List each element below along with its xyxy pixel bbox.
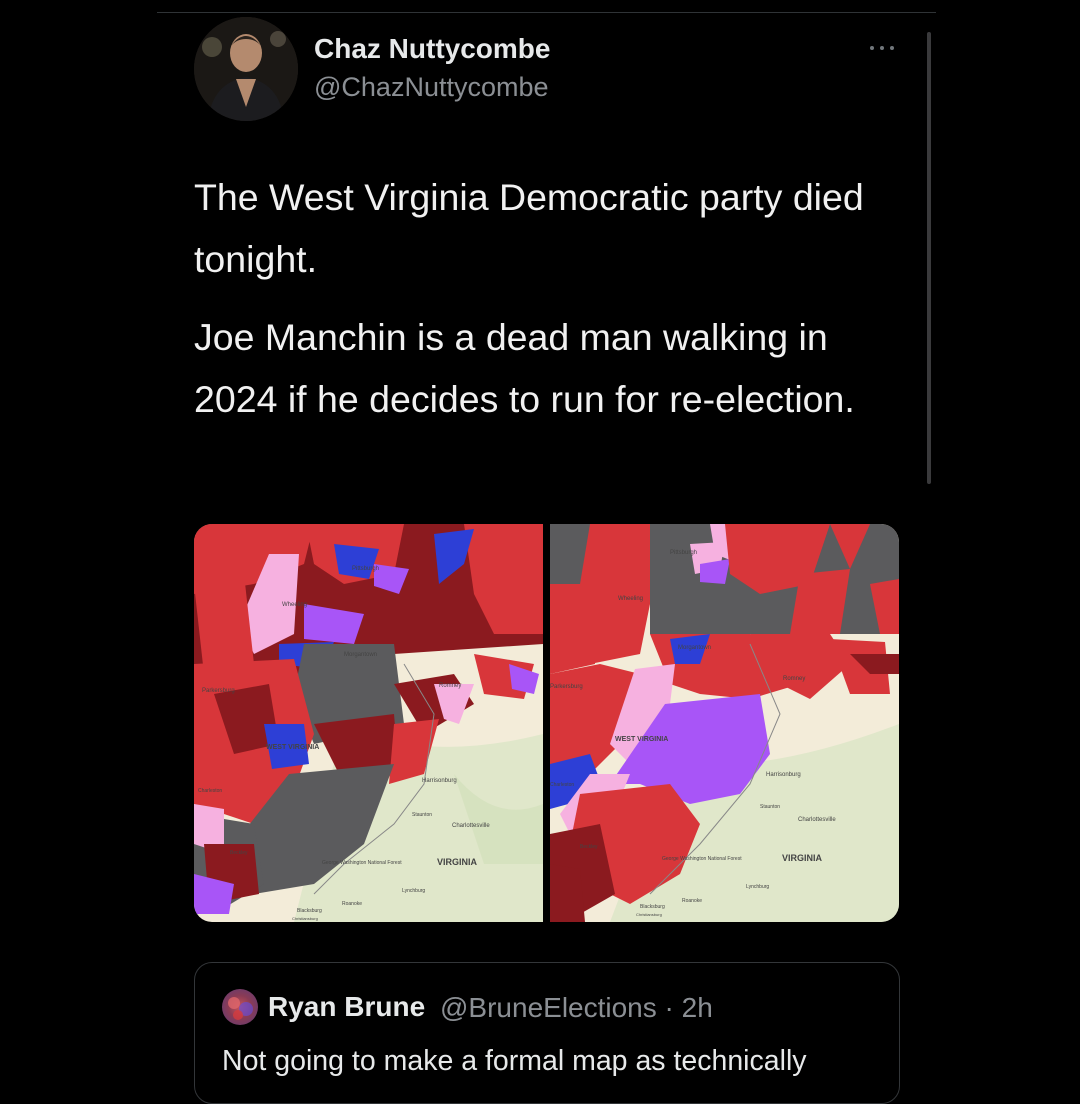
map-label-parkersburg-right: Parkersburg xyxy=(550,684,583,690)
author-handle[interactable]: @ChazNuttycombe xyxy=(314,72,549,103)
map-label-christiansburg-right: Christiansburg xyxy=(636,912,662,917)
tweet-media[interactable]: Pittsburgh Wheeling Morgantown Parkersbu… xyxy=(194,524,899,922)
map-label-pittsburgh-right: Pittsburgh xyxy=(670,550,697,556)
quoted-text: Not going to make a formal map as techni… xyxy=(222,1045,807,1077)
map-label-lynchburg: Lynchburg xyxy=(402,888,425,894)
map-label-lynchburg-right: Lynchburg xyxy=(746,884,769,890)
quoted-tweet[interactable]: Ryan Brune @BruneElections · 2h Not goin… xyxy=(194,962,900,1104)
tweet-paragraph-1: The West Virginia Democratic party died … xyxy=(194,176,864,280)
map-label-parkersburg: Parkersburg xyxy=(202,688,235,694)
map-label-wheeling-right: Wheeling xyxy=(618,596,643,602)
map-label-morgantown-right: Morgantown xyxy=(678,645,711,651)
avatar-map-icon xyxy=(228,997,253,1020)
more-options-icon[interactable] xyxy=(866,38,898,58)
avatar-photo-icon xyxy=(194,17,298,121)
scrollbar[interactable] xyxy=(927,32,931,484)
map-label-beckley-right: Beckley xyxy=(580,844,598,850)
map-label-gw-forest-right: George Washington National Forest xyxy=(662,856,742,862)
quoted-author-meta[interactable]: @BruneElections · 2h xyxy=(440,992,713,1024)
quoted-author-name[interactable]: Ryan Brune xyxy=(268,991,425,1023)
map-label-christiansburg: Christiansburg xyxy=(292,916,318,921)
map-label-charlottesville-right: Charlottesville xyxy=(798,817,836,823)
map-label-blacksburg-right: Blacksburg xyxy=(640,904,665,910)
map-label-west-virginia-right: WEST VIRGINIA xyxy=(615,736,668,743)
map-label-staunton-right: Staunton xyxy=(760,804,780,810)
map-label-harrisonburg: Harrisonburg xyxy=(422,778,457,784)
map-label-romney-right: Romney xyxy=(783,676,805,682)
map-label-staunton: Staunton xyxy=(412,812,432,818)
map-label-blacksburg: Blacksburg xyxy=(297,908,322,914)
map-label-charlottesville: Charlottesville xyxy=(452,823,490,829)
map-label-harrisonburg-right: Harrisonburg xyxy=(766,772,801,778)
author-avatar[interactable] xyxy=(194,17,298,121)
map-label-roanoke-right: Roanoke xyxy=(682,898,702,904)
map-label-beckley: Beckley xyxy=(230,850,248,856)
quoted-author-avatar[interactable] xyxy=(222,989,258,1025)
top-divider xyxy=(157,12,936,13)
map-label-gw-forest: George Washington National Forest xyxy=(322,860,402,866)
election-map-right[interactable]: Pittsburgh Wheeling Morgantown Parkersbu… xyxy=(550,524,899,922)
map-label-charleston-right: Charleston xyxy=(550,782,574,788)
map-label-west-virginia: WEST VIRGINIA xyxy=(266,744,319,751)
map-label-charleston: Charleston xyxy=(198,788,222,794)
map-label-morgantown: Morgantown xyxy=(344,652,377,658)
tweet-paragraph-2: Joe Manchin is a dead man walking in 202… xyxy=(194,316,855,420)
map-label-virginia: VIRGINIA xyxy=(437,857,478,867)
election-map-left[interactable]: Pittsburgh Wheeling Morgantown Parkersbu… xyxy=(194,524,543,922)
map-label-pittsburgh: Pittsburgh xyxy=(352,566,379,572)
map-label-romney: Romney xyxy=(439,683,461,689)
tweet-text: The West Virginia Democratic party died … xyxy=(194,166,914,446)
map-label-roanoke: Roanoke xyxy=(342,901,362,907)
map-label-virginia-right: VIRGINIA xyxy=(782,853,823,863)
author-name[interactable]: Chaz Nuttycombe xyxy=(314,33,550,65)
map-label-wheeling: Wheeling xyxy=(282,602,307,608)
